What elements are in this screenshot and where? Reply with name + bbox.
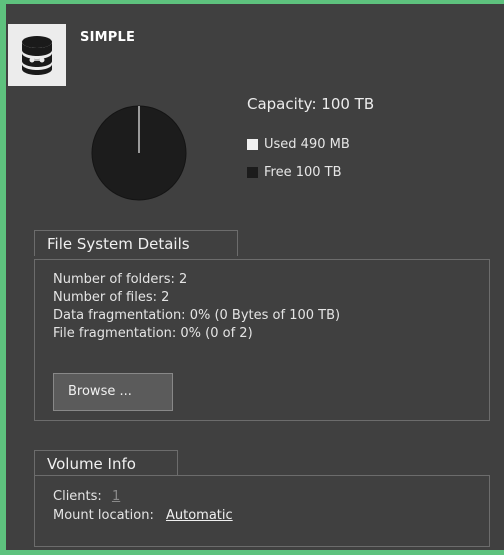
files-count: Number of files: 2 bbox=[53, 290, 170, 305]
volume-icon-tile bbox=[8, 24, 66, 86]
free-label: Free 100 TB bbox=[264, 165, 342, 180]
clients-row: Clients: 1 bbox=[53, 489, 120, 504]
mount-location-link[interactable]: Automatic bbox=[166, 508, 233, 523]
legend-used: Used 490 MB bbox=[247, 137, 350, 152]
clients-link[interactable]: 1 bbox=[112, 489, 120, 504]
used-label: Used 490 MB bbox=[264, 137, 350, 152]
database-icon bbox=[22, 36, 52, 75]
volume-name: SIMPLE bbox=[80, 30, 136, 45]
data-fragmentation: Data fragmentation: 0% (0 Bytes of 100 T… bbox=[53, 308, 341, 323]
volume-details-panel: SIMPLE Capacity: 100 TB Used 490 MB Free… bbox=[6, 4, 504, 550]
mount-location-row: Mount location: Automatic bbox=[53, 508, 233, 523]
volume-info-group: Clients: 1 Mount location: Automatic bbox=[34, 475, 490, 547]
clients-label: Clients: bbox=[53, 489, 102, 504]
capacity-label: Capacity: 100 TB bbox=[247, 95, 375, 113]
free-swatch bbox=[247, 167, 258, 178]
file-system-details-title: File System Details bbox=[34, 230, 238, 256]
file-fragmentation: File fragmentation: 0% (0 of 2) bbox=[53, 326, 253, 341]
volume-info-title: Volume Info bbox=[34, 450, 178, 476]
folders-count: Number of folders: 2 bbox=[53, 272, 188, 287]
browse-button[interactable]: Browse ... bbox=[53, 373, 173, 411]
file-system-details-group: Number of folders: 2 Number of files: 2 … bbox=[34, 259, 490, 421]
capacity-pie-chart bbox=[91, 105, 187, 201]
legend-free: Free 100 TB bbox=[247, 165, 342, 180]
mount-location-label: Mount location: bbox=[53, 508, 154, 523]
used-swatch bbox=[247, 139, 258, 150]
